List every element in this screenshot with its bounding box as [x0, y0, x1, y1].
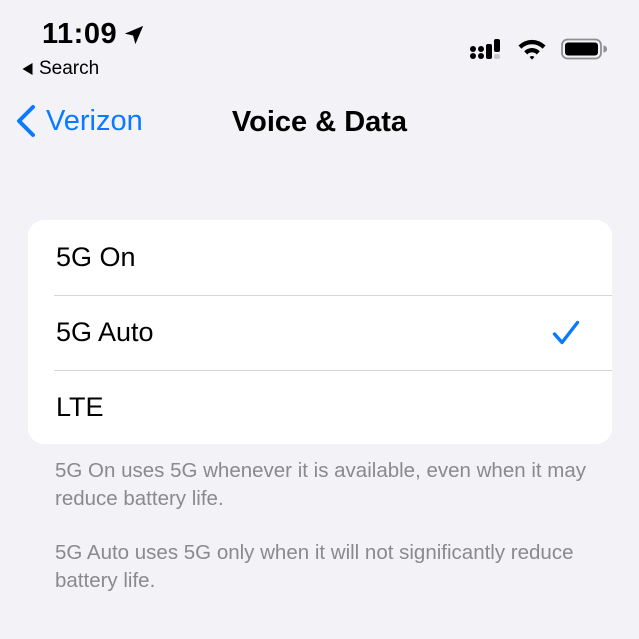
- option-5g-auto[interactable]: 5G Auto: [28, 295, 612, 370]
- option-label: 5G Auto: [56, 317, 154, 347]
- location-arrow-icon: [124, 25, 144, 44]
- status-back-label: Search: [39, 58, 100, 79]
- status-icons: [469, 38, 607, 60]
- screen: 11:09 Search Verizon Voice & Data 5G On …: [0, 0, 639, 639]
- footnote-5g-auto: 5G Auto uses 5G only when it will not si…: [55, 541, 574, 592]
- option-lte[interactable]: LTE: [28, 370, 612, 444]
- option-label: LTE: [56, 392, 104, 422]
- status-time: 11:09: [42, 18, 145, 51]
- wifi-icon: [518, 39, 546, 60]
- clock-label: 11:09: [42, 18, 118, 50]
- option-group: 5G On 5G Auto LTE: [28, 220, 612, 444]
- page-title: Voice & Data: [231, 106, 408, 138]
- option-label: 5G On: [56, 242, 136, 272]
- option-5g-on[interactable]: 5G On: [28, 220, 612, 295]
- checkmark-icon: [552, 320, 580, 344]
- back-triangle-icon: [22, 63, 33, 75]
- status-back-to-search[interactable]: Search: [22, 58, 99, 80]
- cellular-signal-icon: [470, 39, 500, 59]
- footnote-5g-on: 5G On uses 5G whenever it is available, …: [55, 459, 586, 510]
- battery-icon: [561, 38, 607, 60]
